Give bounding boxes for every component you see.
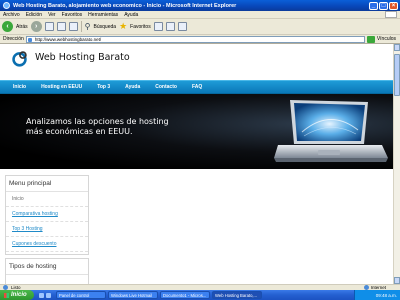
site-name[interactable]: Web Hosting Barato [35, 52, 130, 63]
go-button[interactable] [366, 35, 375, 43]
page-icon [27, 37, 32, 42]
nav-top3[interactable]: Top 3 [97, 84, 110, 90]
page-viewport: Web Hosting Barato Inicio Hosting en EEU… [0, 44, 393, 284]
back-button[interactable]: ‹ [2, 21, 13, 32]
nav-inicio[interactable]: Inicio [13, 84, 26, 90]
menu-archivo[interactable]: Archivo [3, 12, 20, 18]
menu-bar: Archivo Edición Ver Favoritos Herramient… [0, 11, 400, 19]
task-documento[interactable]: Documento1 - Micros... [160, 291, 210, 299]
task-web-hosting[interactable]: Web Hosting Barato,... [212, 291, 262, 299]
nav-hosting-eeuu[interactable]: Hosting en EEUU [41, 84, 82, 90]
back-label: Atrás [16, 23, 28, 30]
forward-button[interactable]: › [30, 21, 42, 32]
quick-launch-ie-icon[interactable] [39, 292, 44, 298]
links-label[interactable]: Vínculos [377, 36, 396, 42]
main-menu-box: Menu principal Inicio Comparativa hostin… [5, 175, 89, 255]
nav-faq[interactable]: FAQ [192, 84, 202, 90]
search-icon[interactable]: ⚲ [85, 22, 91, 31]
menu-item-comparativa[interactable]: Comparativa hosting [6, 207, 88, 222]
vertical-scrollbar[interactable] [393, 44, 400, 284]
hero-line-1: Analizamos las opciones de hosting [26, 117, 169, 126]
site-logo-icon[interactable] [11, 50, 28, 67]
address-input[interactable]: http://www.webhostingbarato.net/ [25, 35, 365, 43]
windows-logo-icon [385, 11, 397, 18]
minimize-button[interactable]: _ [369, 1, 378, 10]
favorites-star-icon[interactable]: ★ [119, 22, 127, 31]
menu-herramientas[interactable]: Herramientas [88, 12, 118, 18]
favorites-button[interactable]: Favoritos [130, 24, 151, 30]
hero-banner: Analizamos las opciones de hosting más e… [0, 94, 393, 169]
nav-ayuda[interactable]: Ayuda [125, 84, 140, 90]
toolbar-separator [80, 21, 82, 32]
scroll-down-button[interactable] [394, 277, 400, 284]
refresh-icon[interactable] [56, 22, 66, 31]
menu-ayuda[interactable]: Ayuda [124, 12, 138, 18]
address-label: Dirección [3, 36, 24, 42]
laptop-icon [274, 100, 388, 162]
address-bar: Dirección http://www.webhostingbarato.ne… [0, 35, 400, 44]
window-titlebar: Web Hosting Barato, alojamiento web econ… [0, 0, 400, 11]
menu-item-top3[interactable]: Top 3 Hosting [6, 222, 88, 237]
menu-edicion[interactable]: Edición [26, 12, 42, 18]
search-button[interactable]: Búsqueda [94, 24, 117, 30]
taskbar: Inicio Panel de control Windows Live Hot… [0, 290, 400, 300]
maximize-button[interactable]: □ [379, 1, 388, 10]
toolbar: ‹ Atrás › ⚲ Búsqueda ★ Favoritos [0, 19, 400, 35]
quick-launch-desktop-icon[interactable] [46, 292, 51, 298]
window-title: Web Hosting Barato, alojamiento web econ… [13, 2, 237, 9]
start-label: Inicio [11, 292, 27, 298]
menu-item-inicio[interactable]: Inicio [6, 192, 88, 207]
start-button[interactable]: Inicio [0, 290, 34, 300]
hosting-types-title: Tipos de hosting [6, 259, 88, 275]
hosting-types-box: Tipos de hosting [5, 258, 89, 284]
ie-icon [3, 2, 10, 9]
windows-flag-icon [4, 292, 9, 298]
nav-contacto[interactable]: Contacto [155, 84, 177, 90]
task-hotmail[interactable]: Windows Live Hotmail [108, 291, 158, 299]
print-icon[interactable] [177, 22, 187, 31]
address-url: http://www.webhostingbarato.net/ [34, 36, 102, 42]
hero-text: Analizamos las opciones de hosting más e… [26, 117, 169, 137]
main-menu-title: Menu principal [6, 176, 88, 192]
task-panel-control[interactable]: Panel de control [56, 291, 106, 299]
history-icon[interactable] [153, 22, 163, 31]
menu-ver[interactable]: Ver [48, 12, 56, 18]
menu-item-cupones[interactable]: Cupones descuento [6, 237, 88, 252]
quick-launch [39, 292, 51, 298]
home-icon[interactable] [68, 22, 78, 31]
mail-icon[interactable] [165, 22, 175, 31]
site-header: Web Hosting Barato [0, 44, 393, 80]
hero-line-2: más económicas en EEUU. [26, 127, 133, 136]
menu-favoritos[interactable]: Favoritos [62, 12, 83, 18]
scroll-up-button[interactable] [394, 44, 400, 51]
clock[interactable]: 09:48 a.m. [376, 293, 397, 298]
system-tray: 09:48 a.m. [354, 290, 400, 300]
site-nav: Inicio Hosting en EEUU Top 3 Ayuda Conta… [0, 80, 393, 94]
scroll-thumb[interactable] [394, 54, 400, 96]
stop-icon[interactable] [44, 22, 54, 31]
close-button[interactable]: × [389, 1, 398, 10]
